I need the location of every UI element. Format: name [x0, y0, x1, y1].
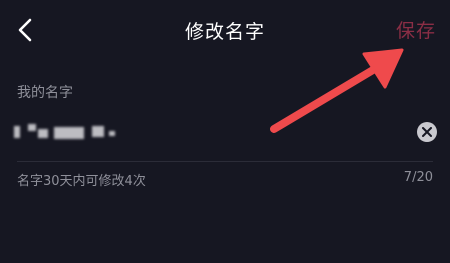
page-title: 修改名字: [184, 21, 265, 43]
name-section-label: 我的名字: [17, 85, 73, 101]
save-button[interactable]: 保存: [396, 16, 436, 43]
top-bar: 修改名字 保存: [0, 0, 450, 62]
name-input[interactable]: [12, 118, 396, 148]
rename-limit-hint: 名字30天内可修改4次: [17, 174, 146, 189]
edit-name-screen: 修改名字 保存 我的名字 名字30天内可修改4次 7/20: [0, 0, 450, 263]
clear-circle-icon: [422, 127, 432, 137]
character-counter: 7/20: [403, 170, 433, 185]
divider: [17, 161, 433, 162]
name-field-row: [0, 112, 450, 152]
clear-button[interactable]: [417, 122, 437, 142]
